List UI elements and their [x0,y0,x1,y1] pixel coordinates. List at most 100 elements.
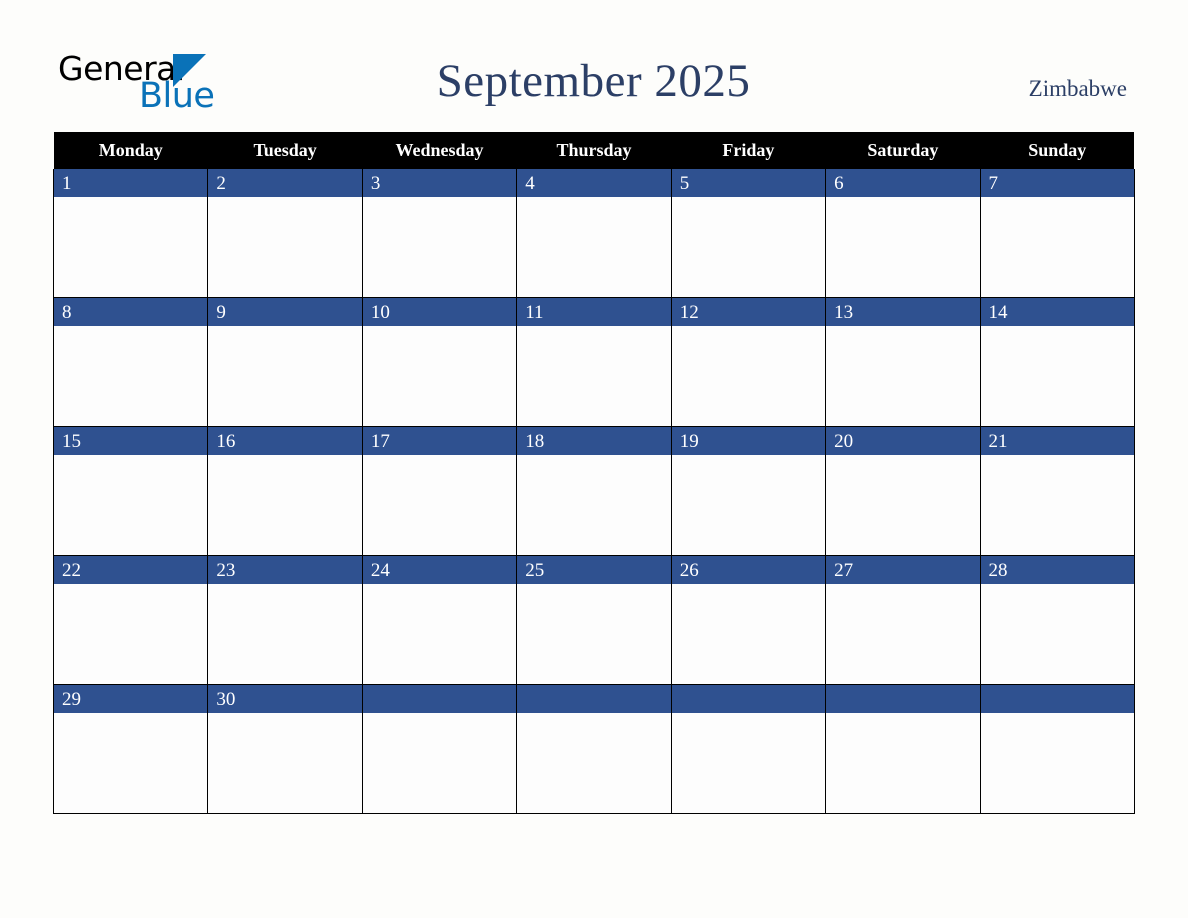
day-number-band: 24 [362,556,517,584]
day-cell[interactable]: 9 [207,297,363,427]
day-notes-area[interactable] [517,197,671,297]
day-notes-area[interactable] [54,584,208,684]
day-cell[interactable]: 2 [207,169,363,298]
day-number-band: 3 [362,169,517,197]
calendar-week-row: 22 23 24 25 26 27 28 [52,555,1135,685]
day-notes-area[interactable] [208,584,362,684]
day-cell[interactable]: 13 [825,297,981,427]
day-cell[interactable]: 6 [825,169,981,298]
day-cell-empty [361,684,518,814]
day-notes-area[interactable] [517,455,671,555]
day-number: 9 [216,302,226,323]
day-number: 29 [62,689,81,710]
day-cell[interactable]: 27 [825,555,981,685]
day-number-band: 25 [517,556,671,584]
day-number-band: 21 [980,427,1134,455]
day-cell-empty [670,684,827,814]
day-notes-area[interactable] [671,326,826,426]
day-notes-area[interactable] [517,326,671,426]
day-number: 19 [679,431,699,452]
day-number-band: 28 [980,556,1134,584]
day-cell[interactable]: 3 [361,169,518,298]
day-number: 11 [525,302,544,323]
day-number-band [826,685,980,713]
day-notes-area[interactable] [54,197,208,297]
day-notes-area[interactable] [826,584,980,684]
day-notes-area[interactable] [54,455,208,555]
day-cell[interactable]: 4 [516,169,672,298]
day-notes-area[interactable] [208,197,362,297]
day-number-band [362,685,517,713]
day-cell[interactable]: 11 [516,297,672,427]
calendar-week-row: 15 16 17 18 19 20 21 [52,426,1135,556]
day-cell[interactable]: 23 [207,555,363,685]
day-notes-area[interactable] [980,455,1134,555]
day-notes-area [517,713,671,813]
day-notes-area[interactable] [54,713,208,813]
day-notes-area[interactable] [208,713,362,813]
calendar-week-row: 8 9 10 11 12 13 14 [52,297,1135,427]
day-cell[interactable]: 5 [670,169,827,298]
day-number: 10 [370,302,390,323]
day-notes-area[interactable] [826,455,980,555]
day-number-band: 29 [54,685,208,713]
day-cell[interactable]: 12 [670,297,827,427]
day-notes-area[interactable] [826,197,980,297]
day-number: 7 [988,173,999,194]
day-cell[interactable]: 1 [52,169,209,298]
day-number-band: 4 [517,169,671,197]
day-cell[interactable]: 24 [361,555,518,685]
day-cell[interactable]: 26 [670,555,827,685]
day-number: 17 [370,431,390,452]
day-cell[interactable]: 21 [979,426,1135,556]
day-notes-area[interactable] [362,455,517,555]
day-cell[interactable]: 28 [979,555,1135,685]
day-cell[interactable]: 30 [207,684,363,814]
day-number: 20 [834,431,854,452]
day-cell[interactable]: 10 [361,297,518,427]
day-number-band: 2 [208,169,362,197]
page-title: September 2025 [436,55,751,107]
day-notes-area[interactable] [671,197,826,297]
day-notes-area[interactable] [980,197,1134,297]
day-cell[interactable]: 19 [670,426,827,556]
day-number-band: 6 [826,169,980,197]
day-notes-area[interactable] [208,326,362,426]
day-notes-area[interactable] [980,584,1134,684]
day-number: 8 [62,302,72,323]
calendar-grid: Monday Tuesday Wednesday Thursday Friday… [52,132,1135,814]
day-cell[interactable]: 29 [52,684,209,814]
day-notes-area [362,713,517,813]
day-number-band: 13 [826,298,980,326]
day-cell[interactable]: 7 [979,169,1135,298]
weekday-header-wednesday: Wednesday [362,132,517,169]
day-cell[interactable]: 16 [207,426,363,556]
day-notes-area[interactable] [671,455,826,555]
day-cell[interactable]: 17 [361,426,518,556]
day-number-band: 14 [980,298,1134,326]
day-cell[interactable]: 25 [516,555,672,685]
day-cell[interactable]: 14 [979,297,1135,427]
day-cell[interactable]: 15 [52,426,209,556]
day-number-band: 11 [517,298,671,326]
day-notes-area[interactable] [362,584,517,684]
day-notes-area [826,713,980,813]
day-number: 28 [988,560,1008,581]
day-number: 24 [370,560,390,581]
day-cell-empty [516,684,672,814]
calendar-header-row: Monday Tuesday Wednesday Thursday Friday… [53,132,1135,169]
day-cell[interactable]: 20 [825,426,981,556]
day-notes-area[interactable] [54,326,208,426]
day-notes-area[interactable] [362,197,517,297]
day-notes-area[interactable] [671,584,826,684]
day-notes-area[interactable] [208,455,362,555]
day-notes-area[interactable] [362,326,517,426]
day-cell[interactable]: 8 [52,297,209,427]
day-cell[interactable]: 18 [516,426,672,556]
day-number-band: 30 [208,685,362,713]
day-number-band: 15 [54,427,208,455]
day-cell[interactable]: 22 [52,555,209,685]
day-notes-area[interactable] [826,326,980,426]
day-notes-area[interactable] [980,326,1134,426]
day-notes-area[interactable] [517,584,671,684]
